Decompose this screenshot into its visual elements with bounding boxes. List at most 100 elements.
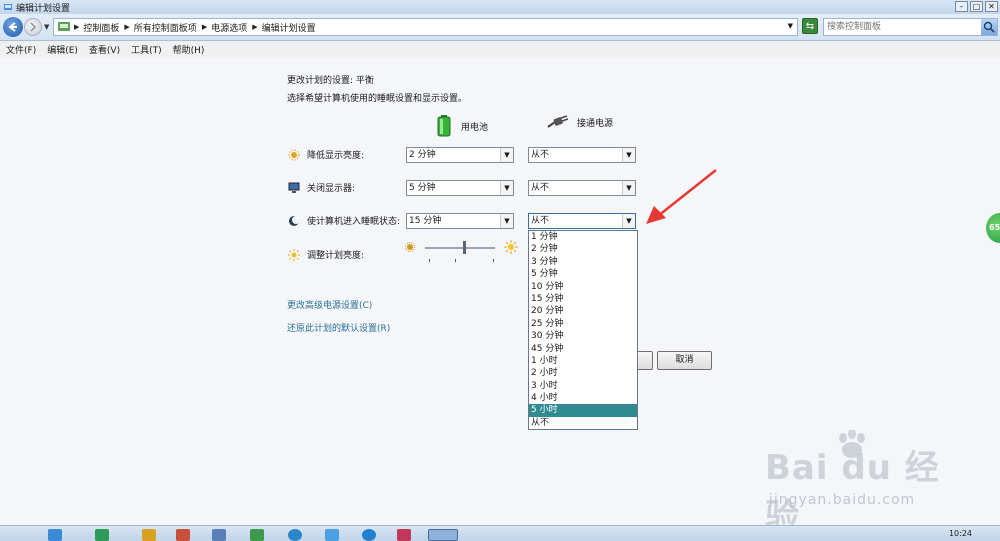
dim-display-battery-select[interactable]: 2 分钟 ▼ — [406, 147, 514, 163]
chevron-down-icon[interactable]: ▼ — [500, 148, 513, 162]
dropdown-option[interactable]: 30 分钟 — [529, 330, 637, 342]
arrow-right-icon — [30, 22, 37, 32]
maximize-button[interactable]: □ — [970, 1, 983, 12]
select-value: 5 分钟 — [409, 183, 436, 193]
dropdown-option[interactable]: 25 分钟 — [529, 318, 637, 330]
select-value: 15 分钟 — [409, 216, 442, 226]
dropdown-option[interactable]: 1 分钟 — [529, 231, 637, 243]
page-subtitle: 选择希望计算机使用的睡眠设置和显示设置。 — [287, 94, 468, 104]
taskbar-app-icon[interactable] — [397, 529, 411, 541]
advanced-settings-link[interactable]: 更改高级电源设置(C) — [287, 298, 372, 311]
watermark-text: Bai du 经验 — [765, 448, 940, 537]
minimize-button[interactable]: – — [955, 1, 968, 12]
dim-display-plugged-select[interactable]: 从不 ▼ — [528, 147, 636, 163]
search-input[interactable] — [824, 19, 980, 35]
back-button[interactable] — [3, 17, 23, 37]
dropdown-option[interactable]: 15 分钟 — [529, 293, 637, 305]
taskbar-app-icon[interactable] — [250, 529, 264, 541]
chevron-down-icon[interactable]: ▼ — [500, 181, 513, 195]
sleep-plugged-select[interactable]: 从不 ▼ — [528, 213, 636, 229]
breadcrumb-label: 控制面板 — [83, 23, 120, 34]
menu-help[interactable]: 帮助(H) — [173, 43, 205, 56]
dropdown-option[interactable]: 3 分钟 — [529, 256, 637, 268]
slider-tick — [455, 259, 456, 262]
column-header-battery: 用电池 — [437, 115, 488, 137]
menu-file[interactable]: 文件(F) — [6, 43, 36, 56]
row-label: 调整计划亮度: — [307, 251, 365, 261]
taskbar-app-icon[interactable] — [212, 529, 226, 541]
cancel-button[interactable]: 取消 — [657, 351, 712, 370]
slider-track[interactable] — [425, 247, 495, 249]
search-box[interactable] — [823, 18, 998, 36]
chevron-down-icon[interactable]: ▼ — [622, 148, 635, 162]
dim-sun-icon — [405, 242, 415, 252]
forward-button[interactable] — [24, 18, 42, 36]
select-value: 从不 — [531, 183, 550, 193]
dim-brightness-icon — [288, 149, 300, 161]
taskbar-app-icon[interactable] — [362, 529, 376, 541]
taskbar-app-icon[interactable] — [288, 529, 302, 541]
search-button[interactable] — [981, 19, 997, 35]
dropdown-option[interactable]: 5 分钟 — [529, 268, 637, 280]
dropdown-option[interactable]: 20 分钟 — [529, 305, 637, 317]
taskbar-app-icon[interactable] — [48, 529, 62, 541]
turn-off-display-plugged-select[interactable]: 从不 ▼ — [528, 180, 636, 196]
slider-thumb[interactable] — [462, 241, 466, 254]
battery-icon — [437, 115, 451, 137]
taskbar-clock: 10:24 — [948, 529, 972, 538]
select-value: 从不 — [531, 150, 550, 160]
chevron-down-icon[interactable]: ▼ — [788, 22, 793, 30]
slider-tick — [429, 259, 430, 262]
dropdown-option[interactable]: 4 小时 — [529, 392, 637, 404]
search-icon — [983, 21, 995, 33]
taskbar-app-icon[interactable] — [176, 529, 190, 541]
column-label-plugged: 接通电源 — [577, 118, 614, 129]
chevron-down-icon[interactable]: ▼ — [622, 214, 635, 228]
breadcrumb-item[interactable]: ▶ 控制面板 — [74, 21, 119, 34]
turn-off-display-battery-select[interactable]: 5 分钟 ▼ — [406, 180, 514, 196]
address-bar: ▼ ▶ 控制面板 ▶ 所有控制面板项 ▶ 电源选项 ▶ 编辑计划设置 ▼ ⇆ — [0, 14, 1000, 41]
row-label: 关闭显示器: — [307, 184, 356, 194]
taskbar-app-icon[interactable] — [325, 529, 339, 541]
history-dropdown-icon[interactable]: ▼ — [44, 23, 49, 31]
dropdown-option[interactable]: 1 小时 — [529, 355, 637, 367]
dropdown-option[interactable]: 5 小时 — [529, 404, 637, 417]
control-panel-icon — [4, 4, 12, 10]
moon-icon — [288, 215, 300, 227]
menu-edit[interactable]: 编辑(E) — [47, 43, 78, 56]
dropdown-option[interactable]: 45 分钟 — [529, 343, 637, 355]
breadcrumb-item[interactable]: ▶ 所有控制面板项 — [124, 21, 196, 34]
taskbar-app-icon[interactable] — [95, 529, 109, 541]
chevron-down-icon[interactable]: ▼ — [500, 214, 513, 228]
dropdown-option[interactable]: 2 小时 — [529, 367, 637, 379]
sleep-battery-select[interactable]: 15 分钟 ▼ — [406, 213, 514, 229]
watermark: Bai du 经验 jingyan.baidu.com — [763, 430, 963, 537]
taskbar-active-window[interactable] — [428, 529, 458, 541]
row-label: 使计算机进入睡眠状态: — [307, 217, 401, 227]
title-bar: 编辑计划设置 – □ ✕ — [0, 0, 1000, 14]
column-header-plugged: 接通电源 — [547, 115, 613, 129]
menu-view[interactable]: 查看(V) — [89, 43, 120, 56]
breadcrumb-label: 所有控制面板项 — [133, 23, 197, 34]
refresh-button[interactable]: ⇆ — [802, 18, 818, 34]
slider-tick — [493, 259, 494, 262]
dropdown-option[interactable]: 3 小时 — [529, 380, 637, 392]
address-box[interactable]: ▶ 控制面板 ▶ 所有控制面板项 ▶ 电源选项 ▶ 编辑计划设置 ▼ — [53, 18, 798, 36]
close-button[interactable]: ✕ — [985, 1, 998, 12]
breadcrumb-item[interactable]: ▶ 电源选项 — [202, 21, 247, 34]
control-panel-icon — [58, 22, 70, 31]
chevron-right-icon: ▶ — [124, 23, 130, 31]
dropdown-option[interactable]: 10 分钟 — [529, 281, 637, 293]
chevron-down-icon[interactable]: ▼ — [622, 181, 635, 195]
select-value: 2 分钟 — [409, 150, 436, 160]
chevron-right-icon: ▶ — [74, 23, 80, 31]
menu-tools[interactable]: 工具(T) — [131, 43, 162, 56]
row-brightness: 调整计划亮度: — [288, 248, 364, 261]
taskbar-app-icon[interactable] — [142, 529, 156, 541]
dropdown-option[interactable]: 从不 — [529, 417, 637, 429]
dropdown-option[interactable]: 2 分钟 — [529, 243, 637, 255]
sleep-options-dropdown[interactable]: 1 分钟 2 分钟 3 分钟 5 分钟 10 分钟 15 分钟 20 分钟 25 分钟 30 分… — [528, 230, 638, 430]
restore-defaults-link[interactable]: 还原此计划的默认设置(R) — [287, 321, 390, 334]
breadcrumb-item[interactable]: ▶ 编辑计划设置 — [252, 21, 315, 34]
brightness-slider[interactable] — [405, 240, 520, 264]
